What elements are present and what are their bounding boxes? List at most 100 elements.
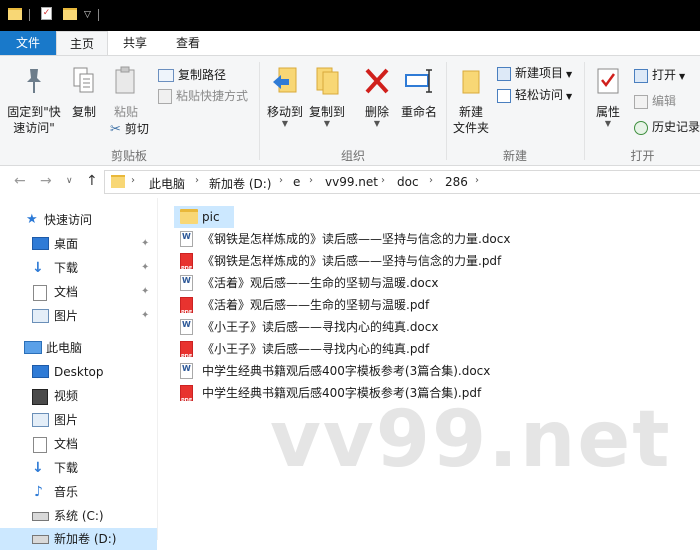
chevron-right-icon[interactable]: › [475,175,479,186]
tab-share[interactable]: 共享 [110,31,160,55]
nav-item-pictures-pc[interactable]: 图片 [0,409,157,431]
nav-item-documents-pc[interactable]: 文档 [0,433,157,455]
nav-label: 图片 [54,309,79,323]
copy-to-button[interactable]: 复制到 ▼ [306,66,348,128]
pdf-file-icon [180,385,193,412]
word-file-icon [180,319,193,335]
tab-view[interactable]: 查看 [162,31,214,55]
move-to-icon [273,67,297,93]
nav-item-downloads-pc[interactable]: ↓ 下载 [0,457,157,479]
rename-button[interactable]: 重命名 [398,66,440,120]
nav-item-videos[interactable]: 视频 [0,385,157,407]
chevron-right-icon[interactable]: › [381,175,385,186]
properties-button[interactable]: 属性 ▼ [588,66,628,128]
pin-icon[interactable]: ✦ [141,305,149,327]
nav-item-desktop-pc[interactable]: Desktop [0,361,157,383]
chevron-down-icon: ▼ [281,119,289,128]
chevron-right-icon[interactable]: › [195,175,199,186]
breadcrumb[interactable]: › 此电脑 › 新加卷 (D:) › e › vv99.net › doc › … [104,170,700,194]
nav-label: Desktop [54,365,104,379]
easy-access-button[interactable]: 轻松访问 ▼ [497,86,572,104]
nav-label: 文档 [54,437,79,451]
chevron-down-icon: ▼ [373,119,381,128]
nav-quick-access[interactable]: ★ 快速访问 [0,209,157,231]
properties-quick-icon[interactable]: ✓ [41,7,52,20]
new-item-button[interactable]: 新建项目 ▼ [497,64,572,82]
pin-icon[interactable]: ✦ [141,233,149,255]
chevron-right-icon[interactable]: › [131,175,135,186]
edit-button[interactable]: 编辑 [634,92,676,110]
title-bar: ✓ ▽ [0,0,700,31]
picture-icon [32,309,49,323]
pin-label-1: 固定到"快 [7,105,61,119]
copy-path-label: 复制路径 [178,68,227,82]
forward-arrow-icon[interactable]: → [40,173,52,189]
nav-label: 图片 [54,413,79,427]
breadcrumb-286[interactable]: 286 [445,175,468,189]
new-folder-quick-icon[interactable] [63,8,77,20]
paste-shortcut-button[interactable]: 粘贴快捷方式 [158,87,248,105]
tab-file[interactable]: 文件 [0,31,56,55]
file-row[interactable]: 中学生经典书籍观后感400字模板参考(3篇合集).pdf [174,382,504,412]
nav-item-desktop[interactable]: 桌面 ✦ [0,233,157,255]
nav-item-drive-d[interactable]: 新加卷 (D:) [0,528,157,550]
breadcrumb-vv99[interactable]: vv99.net [325,175,378,189]
copy-path-button[interactable]: 复制路径 [158,66,226,84]
group-label-open: 打开 [630,149,655,163]
document-icon [33,437,47,453]
move-to-button[interactable]: 移动到 ▼ [264,66,306,128]
nav-item-documents[interactable]: 文档 ✦ [0,281,157,303]
ribbon: 固定到"快 速访问" 复制 粘贴 复制路径 粘贴快捷方式 ✂ 剪切 剪贴板 移动到… [0,55,700,166]
rename-label: 重命名 [400,105,437,119]
chevron-down-icon[interactable]: ∨ [66,176,73,186]
nav-this-pc[interactable]: 此电脑 [0,337,157,359]
file-row[interactable]: 《钢铁是怎样炼成的》读后感——坚持与信念的力量.pdf [174,250,504,280]
cut-button[interactable]: ✂ 剪切 [110,120,149,138]
copy-button[interactable]: 复制 [66,66,102,120]
nav-label: 新加卷 (D:) [54,532,117,546]
breadcrumb-this-pc[interactable]: 此电脑 [149,175,185,192]
chevron-right-icon[interactable]: › [429,175,433,186]
pin-icon [27,69,41,93]
paste-button[interactable]: 粘贴 [106,66,146,120]
breadcrumb-e[interactable]: e [293,175,300,189]
file-row[interactable]: 《小王子》读后感——寻找内心的纯真.docx [174,316,504,338]
file-row[interactable]: 《钢铁是怎样炼成的》读后感——坚持与信念的力量.docx [174,228,510,250]
history-button[interactable]: 历史记录 [634,118,700,136]
delete-icon [365,68,389,94]
file-name: 中学生经典书籍观后感400字模板参考(3篇合集).pdf [202,386,482,400]
navigation-pane: ★ 快速访问 桌面 ✦ ↓ 下载 ✦ 文档 ✦ 图片 ✦ 此电脑 Desktop… [0,198,157,550]
file-row[interactable]: 中学生经典书籍观后感400字模板参考(3篇合集).docx [174,360,504,382]
nav-label: 音乐 [54,485,79,499]
up-arrow-icon[interactable]: ↑ [86,173,98,189]
back-arrow-icon[interactable]: ← [14,173,26,189]
copy-to-label: 复制到 [308,105,345,119]
nav-label: 文档 [54,285,79,299]
folder-row[interactable]: pic [174,206,234,228]
pdf-file-icon [180,297,193,324]
nav-item-pictures[interactable]: 图片 ✦ [0,305,157,327]
open-label: 打开 [652,68,677,82]
picture-icon [32,413,49,427]
file-row[interactable]: 《活着》观后感——生命的坚韧与温暖.docx [174,272,504,294]
pin-quick-access-button[interactable]: 固定到"快 速访问" [4,66,64,136]
copy-to-icon [316,67,339,95]
chevron-right-icon[interactable]: › [309,175,313,186]
pin-icon[interactable]: ✦ [141,257,149,279]
new-folder-button[interactable]: 新建 文件夹 [450,66,492,136]
breadcrumb-drive-d[interactable]: 新加卷 (D:) [209,175,271,192]
chevron-right-icon[interactable]: › [279,175,283,186]
chevron-down-icon[interactable]: ▽ [84,10,91,20]
open-button[interactable]: 打开 ▼ [634,66,685,84]
folder-icon [111,175,125,188]
breadcrumb-doc[interactable]: doc [397,175,419,189]
pin-icon[interactable]: ✦ [141,281,149,303]
tab-home[interactable]: 主页 [56,31,108,55]
delete-button[interactable]: 删除 ▼ [360,66,394,128]
file-row[interactable]: 《活着》观后感——生命的坚韧与温暖.pdf [174,294,504,324]
nav-item-music[interactable]: ♪ 音乐 [0,481,157,503]
nav-item-downloads[interactable]: ↓ 下载 ✦ [0,257,157,279]
file-row[interactable]: 《小王子》读后感——寻找内心的纯真.pdf [174,338,504,368]
star-icon: ★ [26,212,38,227]
nav-item-drive-c[interactable]: 系统 (C:) [0,505,157,527]
